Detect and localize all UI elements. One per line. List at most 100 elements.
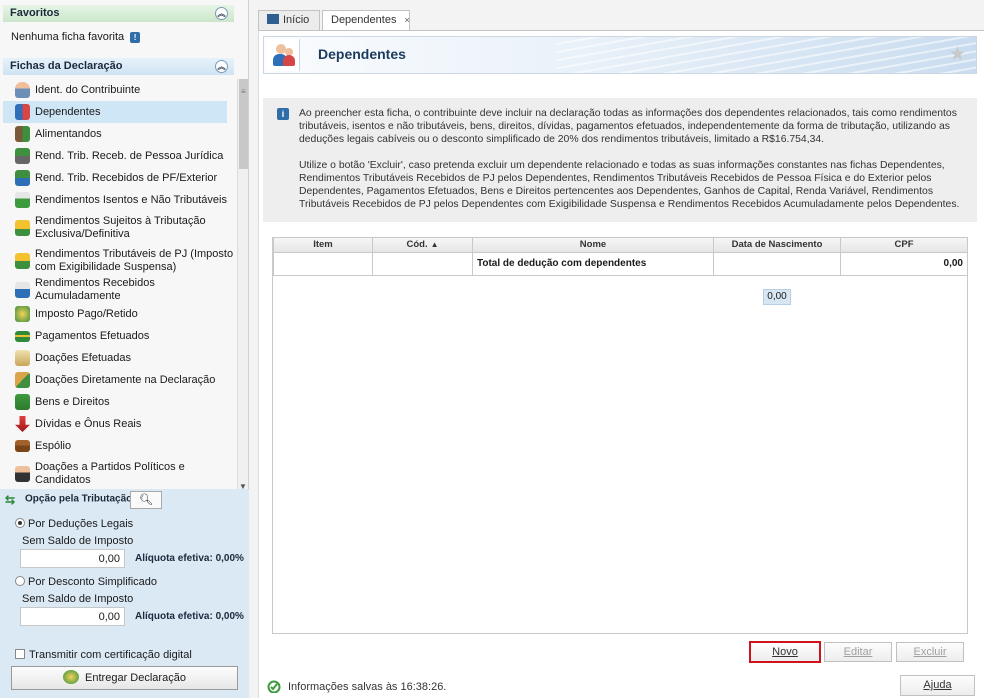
sidebar-item-rend-pj[interactable]: Rend. Trib. Receb. de Pessoa Jurídica (3, 145, 235, 167)
entregar-declaracao-button[interactable]: Entregar Declaração (11, 666, 238, 690)
opcao-tributacao-panel: ⇆ Opção pela Tributação: 🔍︎ Por Deduções … (0, 489, 249, 698)
ajuda-button[interactable]: Ajuda (900, 675, 975, 696)
info-icon: i (277, 108, 289, 120)
grip-icon: ≡ (241, 87, 246, 96)
info-box: i Ao preencher esta ficha, o contribuint… (263, 98, 977, 222)
deducoes-aliquota: Alíquota efetiva: 0,00% (135, 553, 244, 564)
no-favorites-text: Nenhuma ficha favorita! (11, 31, 141, 43)
sum-value-box: 0,00 (763, 289, 791, 305)
sidebar-item-doacoes-efetuadas[interactable]: Doações Efetuadas (3, 347, 235, 369)
radio-selected-icon (15, 518, 25, 528)
dependents-icon (15, 104, 30, 120)
col-header-nome[interactable]: Nome (472, 238, 714, 253)
sidebar-item-rend-acumuladamente[interactable]: Rendimentos Recebidos Acumuladamente (3, 277, 235, 303)
save-check-icon (266, 679, 283, 694)
money-pj-icon (15, 148, 30, 164)
warning-money-icon (15, 219, 30, 236)
swap-arrows-icon: ⇆ (5, 493, 16, 507)
card-icon (15, 330, 30, 342)
assets-icon (15, 394, 30, 410)
sidebar-item-doacoes-diretamente[interactable]: Doações Diretamente na Declaração (3, 369, 235, 391)
transmitir-checkbox[interactable]: Transmitir com certificação digital (15, 649, 192, 661)
content-panel: Dependentes ★ i Ao preencher esta ficha,… (258, 30, 984, 698)
money-accumulated-icon (15, 282, 30, 298)
simplificado-valor: 0,00 (20, 607, 125, 626)
sidebar-item-dependentes[interactable]: Dependentes (3, 101, 227, 123)
page-title: Dependentes (318, 46, 406, 62)
favoritos-header[interactable]: Favoritos ︽ (3, 5, 234, 22)
excluir-button[interactable]: Excluir (896, 642, 964, 662)
donation-direct-icon (15, 372, 30, 388)
table-row-total: Total de dedução com dependentes 0,00 (273, 251, 968, 276)
dependents-icon (266, 39, 300, 71)
col-header-nascimento[interactable]: Data de Nascimento (713, 238, 841, 253)
sidebar-item-bens-direitos[interactable]: Bens e Direitos (3, 391, 235, 413)
collapse-icon[interactable]: ︽ (215, 7, 228, 20)
banner-decoration (556, 37, 976, 73)
sidebar-scrollbar[interactable]: ≡ ▼ (237, 79, 248, 491)
fichas-header[interactable]: Fichas da Declaração ︽ (3, 58, 234, 75)
favoritos-title: Favoritos (10, 7, 60, 19)
sidebar-item-imposto-pago[interactable]: Imposto Pago/Retido (3, 303, 235, 325)
irpf-app: Favoritos ︽ Nenhuma ficha favorita! Fich… (0, 0, 984, 698)
political-donation-icon (15, 465, 30, 482)
info-paragraph-2: Utilize o botão 'Excluir', caso pretenda… (299, 160, 960, 210)
simplificado-saldo-text: Sem Saldo de Imposto (22, 593, 134, 605)
status-bar: Informações salvas às 16:38:26. (266, 679, 446, 694)
globe-icon (63, 670, 80, 684)
tab-inicio[interactable]: Início (258, 10, 320, 30)
sidebar: Favoritos ︽ Nenhuma ficha favorita! Fich… (0, 0, 249, 698)
close-icon[interactable]: × (404, 15, 409, 25)
search-icon: 🔍︎ (139, 494, 153, 506)
col-header-cod[interactable]: Cód. ▲ (372, 238, 473, 253)
sidebar-item-alimentandos[interactable]: Alimentandos (3, 123, 235, 145)
radio-unselected-icon (15, 576, 25, 586)
info-icon: ! (130, 32, 141, 43)
simplificado-aliquota: Alíquota efetiva: 0,00% (135, 611, 244, 622)
radio-desconto-simplificado[interactable]: Por Desconto Simplificado (15, 576, 157, 588)
money-suspended-icon (15, 252, 30, 269)
sort-up-icon: ▲ (430, 240, 439, 250)
editar-button[interactable]: Editar (824, 642, 892, 662)
sidebar-item-doacoes-partidos[interactable]: Doações a Partidos Políticos e Candidato… (3, 457, 235, 489)
favorite-star-icon[interactable]: ★ (949, 43, 966, 66)
deducoes-saldo-text: Sem Saldo de Imposto (22, 535, 134, 547)
donation-icon (15, 350, 30, 366)
total-value: 0,00 (840, 251, 968, 276)
money-pf-icon (15, 170, 30, 186)
debt-arrow-icon (15, 416, 30, 432)
info-paragraph-1: Ao preencher esta ficha, o contribuinte … (299, 108, 957, 145)
chest-icon (15, 440, 30, 452)
sidebar-item-rend-pf-exterior[interactable]: Rend. Trib. Recebidos de PF/Exterior (3, 167, 235, 189)
sidebar-item-rend-exclusiva[interactable]: Rendimentos Sujeitos à Tributação Exclus… (3, 211, 235, 244)
page-banner: Dependentes ★ (263, 36, 977, 74)
alimentandos-icon (15, 126, 30, 142)
sidebar-item-ident-contribuinte[interactable]: Ident. do Contribuinte (3, 79, 235, 101)
sidebar-item-rend-exigibilidade-suspensa[interactable]: Rendimentos Tributáveis de PJ (Imposto c… (3, 244, 235, 277)
scrollbar-thumb[interactable]: ≡ (239, 79, 248, 169)
checkbox-icon (15, 649, 25, 659)
deducoes-valor: 0,00 (20, 549, 125, 568)
total-label: Total de dedução com dependentes (472, 251, 714, 276)
collapse-icon[interactable]: ︽ (215, 60, 228, 73)
opcao-header: ⇆ Opção pela Tributação: (5, 493, 136, 507)
sidebar-item-dividas[interactable]: Dívidas e Ônus Reais (3, 413, 235, 435)
table-header-row: Item Cód. ▲ Nome Data de Nascimento CPF (273, 238, 968, 253)
radio-deducoes-legais[interactable]: Por Deduções Legais (15, 518, 133, 530)
search-button[interactable]: 🔍︎ (130, 491, 162, 509)
check-money-icon (15, 192, 30, 208)
col-header-item[interactable]: Item (273, 238, 373, 253)
fichas-title: Fichas da Declaração (10, 60, 123, 72)
home-envelope-icon (267, 14, 279, 24)
tax-paid-icon (15, 306, 30, 322)
dependentes-table: Item Cód. ▲ Nome Data de Nascimento CPF T… (272, 237, 968, 634)
sidebar-item-espolio[interactable]: Espólio (3, 435, 235, 457)
tab-dependentes[interactable]: Dependentes × (322, 10, 410, 30)
fichas-list: Ident. do Contribuinte Dependentes Alime… (3, 79, 235, 489)
main-area: Início Dependentes × Dependentes ★ i Ao p… (255, 0, 984, 698)
novo-button[interactable]: Novo (749, 641, 821, 663)
person-icon (15, 82, 30, 98)
col-header-cpf[interactable]: CPF (840, 238, 968, 253)
sidebar-item-rend-isentos[interactable]: Rendimentos Isentos e Não Tributáveis (3, 189, 235, 211)
sidebar-item-pagamentos[interactable]: Pagamentos Efetuados (3, 325, 235, 347)
